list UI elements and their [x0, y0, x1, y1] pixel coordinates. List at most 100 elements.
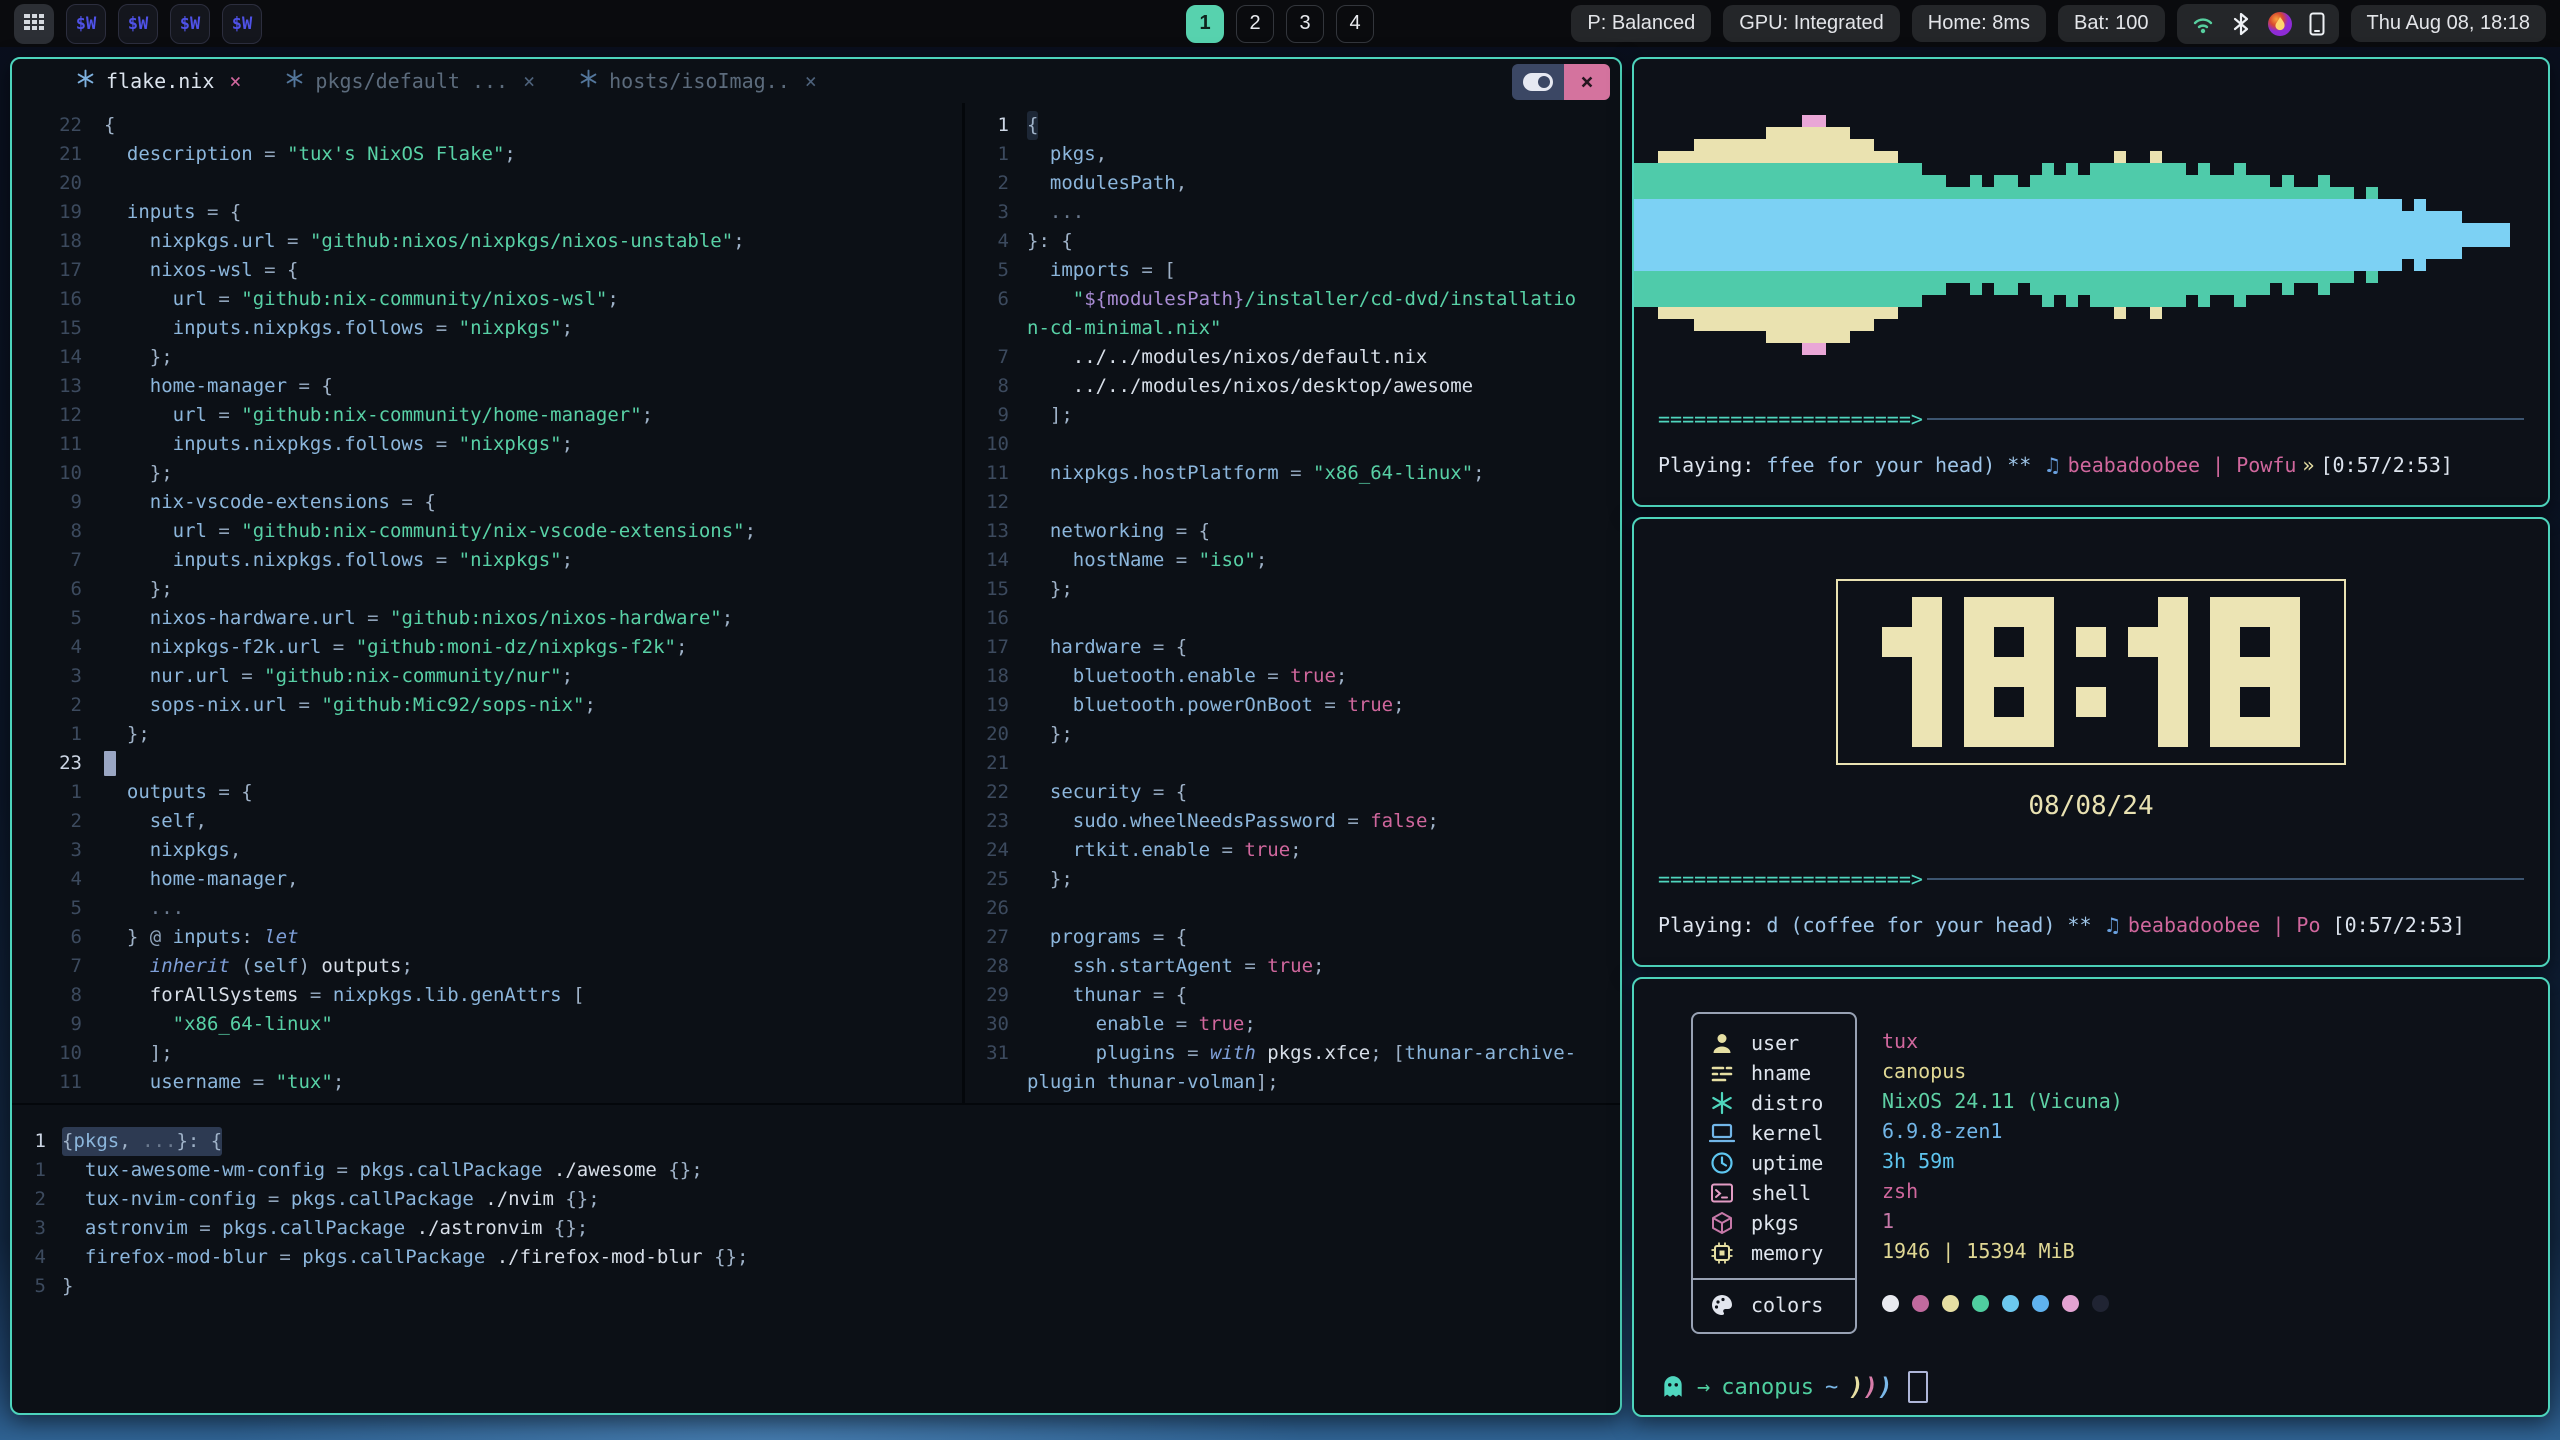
editor-cursor — [104, 751, 116, 776]
code-line: 1 outputs = { — [12, 778, 962, 807]
tab-hosts-isoImag..[interactable]: hosts/isoImag..× — [579, 69, 817, 93]
tab-pkgs-default-...[interactable]: pkgs/default ...× — [285, 69, 535, 93]
code-pane-right[interactable]: 1{1 pkgs,2 modulesPath,3 ...4}: {5 impor… — [965, 103, 1620, 1103]
clock-digit — [1882, 597, 1942, 747]
prompt-chevron-icon: ) — [1878, 1373, 1892, 1401]
code-line: 18 bluetooth.enable = true; — [965, 662, 1620, 691]
fetch-row-user: user — [1693, 1028, 1855, 1058]
code-line: 4}: { — [965, 227, 1620, 256]
code-line: 11 nixpkgs.hostPlatform = "x86_64-linux"… — [965, 459, 1620, 488]
code-line: 11 username = "tux"; — [12, 1068, 962, 1097]
tag-2[interactable]: 2 — [1236, 5, 1274, 43]
statusline: NORMAL flake.nix main ⚙⚙ LSP ~ null-ls — [12, 1413, 1620, 1415]
fire-icon[interactable] — [2267, 11, 2293, 37]
tab-flake.nix[interactable]: flake.nix× — [76, 69, 241, 93]
clock-window[interactable]: 08/08/24 =====================> Playing:… — [1632, 517, 2550, 967]
code-line: 10 — [965, 430, 1620, 459]
code-line: 10 ]; — [12, 1039, 962, 1068]
code-line: 20 }; — [965, 720, 1620, 749]
fetch-value-uptime: 3h 59m — [1882, 1146, 2123, 1176]
separator-icon: » — [2296, 453, 2320, 477]
tag-1[interactable]: 1 — [1186, 5, 1224, 43]
shell-prompt[interactable]: → canopus ~ ))) — [1660, 1371, 1928, 1403]
toggle-button[interactable] — [1512, 64, 1564, 100]
playing-label: Playing: — [1658, 453, 1766, 477]
launcher-button[interactable] — [14, 4, 54, 44]
tab-close-icon[interactable]: × — [805, 69, 817, 93]
editor-window[interactable]: flake.nix×pkgs/default ...×hosts/isoImag… — [10, 57, 1622, 1415]
code-line: 12 url = "github:nix-community/home-mana… — [12, 401, 962, 430]
tag-4[interactable]: 4 — [1336, 5, 1374, 43]
palette-dot — [2062, 1295, 2079, 1312]
desktop: $W$W$W$W 1234 P: BalancedGPU: Integrated… — [0, 0, 2560, 1440]
fetch-label: uptime — [1751, 1151, 1823, 1175]
code-line: 11 inputs.nixpkgs.follows = "nixpkgs"; — [12, 430, 962, 459]
code-line: 15 }; — [965, 575, 1620, 604]
code-line: 24 rtkit.enable = true; — [965, 836, 1620, 865]
code-line: 1 }; — [12, 720, 962, 749]
status-pill[interactable]: GPU: Integrated — [1723, 5, 1900, 42]
digital-clock — [1836, 579, 2346, 765]
fetch-row-memory: memory — [1693, 1238, 1855, 1268]
code-line: 14 hostName = "iso"; — [965, 546, 1620, 575]
palette-dot — [2092, 1295, 2109, 1312]
palette-dot — [1882, 1295, 1899, 1312]
workspace-button[interactable]: $W — [170, 4, 210, 44]
distro-icon — [1709, 1091, 1735, 1115]
visualizer-window[interactable]: =====================> Playing: ffee for… — [1632, 57, 2550, 507]
code-line: 3 nur.url = "github:nix-community/nur"; — [12, 662, 962, 691]
prompt-chevron-icon: ) — [1864, 1373, 1878, 1401]
workspace-button[interactable]: $W — [118, 4, 158, 44]
phone-icon[interactable] — [2309, 12, 2325, 36]
fetch-row-distro: distro — [1693, 1088, 1855, 1118]
palette-dot — [1972, 1295, 1989, 1312]
status-pill[interactable]: Bat: 100 — [2058, 5, 2165, 42]
fetch-value-pkgs: 1 — [1882, 1206, 2123, 1236]
progress-rule — [1927, 418, 2524, 420]
fetch-label: distro — [1751, 1091, 1823, 1115]
track-time: [0:57/2:53] — [2320, 913, 2465, 937]
code-line: 20 — [12, 169, 962, 198]
file-segment[interactable]: flake.nix — [138, 1413, 334, 1415]
fetch-row-colors: colors — [1693, 1290, 1855, 1320]
uptime-icon — [1709, 1151, 1735, 1175]
tab-close-icon[interactable]: × — [523, 69, 535, 93]
bluetooth-icon[interactable] — [2231, 12, 2251, 36]
code-line: 12 — [965, 488, 1620, 517]
fetch-panel: userhnamedistrokerneluptimeshellpkgsmemo… — [1691, 1012, 1857, 1334]
tab-close-icon[interactable]: × — [229, 69, 241, 93]
top-bar: $W $W $W $W 1234 P: Balanced GPU: Integrated… — [0, 0, 2560, 47]
clock-pill[interactable]: Thu Aug 08, 18:18 — [2351, 5, 2546, 42]
prompt-host: canopus — [1721, 1375, 1814, 1400]
code-line: 18 nixpkgs.url = "github:nixos/nixpkgs/n… — [12, 227, 962, 256]
code-line: 8 forAllSystems = nixpkgs.lib.genAttrs [ — [12, 981, 962, 1010]
code-line: 3 nixpkgs, — [12, 836, 962, 865]
tray-icons-pill — [2177, 4, 2339, 44]
code-line: 1{pkgs, ...}: { — [12, 1127, 1620, 1156]
code-line: 13 networking = { — [965, 517, 1620, 546]
code-line: 16 — [965, 604, 1620, 633]
code-pane-left[interactable]: 22{21 description = "tux's NixOS Flake";… — [12, 103, 962, 1103]
player1-progress: =====================> — [1658, 407, 2524, 431]
artist: beabadoobee | Po — [2128, 913, 2321, 937]
status-group: P: Balanced GPU: Integrated Home: 8ms Bat: … — [1571, 4, 2546, 44]
status-pill[interactable]: Home: 8ms — [1912, 5, 2046, 42]
tabs: flake.nix× pkgs/default ...× hosts/isoImag… — [76, 69, 817, 93]
packages-icon — [1709, 1211, 1735, 1235]
tag-3[interactable]: 3 — [1286, 5, 1324, 43]
workspace-button[interactable]: $W — [222, 4, 262, 44]
fetch-value-memory: 1946 | 15394 MiB — [1882, 1236, 2123, 1266]
code-pane-bottom[interactable]: 1{pkgs, ...}: {1 tux-awesome-wm-config =… — [12, 1105, 1620, 1413]
code-line: 9 ]; — [965, 401, 1620, 430]
track-time: [0:57/2:53] — [2320, 453, 2452, 477]
fetch-label: shell — [1751, 1181, 1811, 1205]
network-icon[interactable] — [2191, 12, 2215, 36]
editor-main: 22{21 description = "tux's NixOS Flake";… — [12, 103, 1620, 1413]
fetch-row-kernel: kernel — [1693, 1118, 1855, 1148]
close-button[interactable]: × — [1564, 64, 1610, 100]
status-pill[interactable]: P: Balanced — [1571, 5, 1711, 42]
code-line: 19 bluetooth.powerOnBoot = true; — [965, 691, 1620, 720]
fetch-window[interactable]: userhnamedistrokerneluptimeshellpkgsmemo… — [1632, 977, 2550, 1417]
palette-dot — [2032, 1295, 2049, 1312]
workspace-button[interactable]: $W — [66, 4, 106, 44]
